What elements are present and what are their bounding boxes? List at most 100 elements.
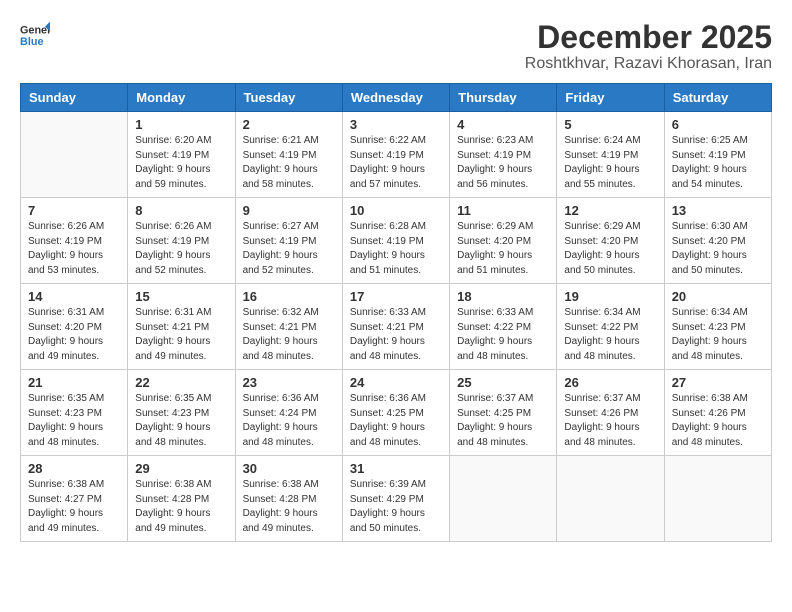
calendar-week-row: 7 Sunrise: 6:26 AMSunset: 4:19 PMDaylight… (21, 198, 772, 284)
day-info: Sunrise: 6:26 AMSunset: 4:19 PMDaylight:… (28, 220, 120, 278)
calendar-week-row: 21 Sunrise: 6:35 AMSunset: 4:23 PMDayligh… (21, 370, 772, 456)
calendar-cell: 29 Sunrise: 6:38 AMSunset: 4:28 PMDayligh… (128, 456, 235, 542)
calendar-cell: 15 Sunrise: 6:31 AMSunset: 4:21 PMDayligh… (128, 284, 235, 370)
day-info: Sunrise: 6:36 AMSunset: 4:25 PMDaylight:… (350, 392, 442, 450)
day-number: 1 (135, 117, 227, 132)
calendar-day-header: Saturday (664, 84, 771, 112)
day-number: 29 (135, 461, 227, 476)
svg-text:Blue: Blue (20, 36, 43, 48)
day-number: 10 (350, 203, 442, 218)
calendar-cell: 10 Sunrise: 6:28 AMSunset: 4:19 PMDayligh… (342, 198, 449, 284)
day-number: 9 (243, 203, 335, 218)
calendar-cell (664, 456, 771, 542)
day-number: 19 (564, 289, 656, 304)
calendar-cell: 13 Sunrise: 6:30 AMSunset: 4:20 PMDayligh… (664, 198, 771, 284)
day-number: 15 (135, 289, 227, 304)
day-info: Sunrise: 6:20 AMSunset: 4:19 PMDaylight:… (135, 134, 227, 192)
subtitle: Roshtkhvar, Razavi Khorasan, Iran (525, 55, 772, 73)
calendar-cell: 28 Sunrise: 6:38 AMSunset: 4:27 PMDayligh… (21, 456, 128, 542)
calendar-day-header: Sunday (21, 84, 128, 112)
day-number: 12 (564, 203, 656, 218)
calendar-day-header: Wednesday (342, 84, 449, 112)
day-number: 18 (457, 289, 549, 304)
day-info: Sunrise: 6:30 AMSunset: 4:20 PMDaylight:… (672, 220, 764, 278)
day-number: 30 (243, 461, 335, 476)
calendar-cell (450, 456, 557, 542)
calendar-cell: 2 Sunrise: 6:21 AMSunset: 4:19 PMDaylight… (235, 112, 342, 198)
calendar-table: SundayMondayTuesdayWednesdayThursdayFrid… (20, 83, 772, 542)
calendar-cell: 1 Sunrise: 6:20 AMSunset: 4:19 PMDaylight… (128, 112, 235, 198)
day-number: 3 (350, 117, 442, 132)
day-number: 21 (28, 375, 120, 390)
logo-icon: General Blue (20, 20, 50, 50)
day-info: Sunrise: 6:29 AMSunset: 4:20 PMDaylight:… (564, 220, 656, 278)
calendar-cell: 4 Sunrise: 6:23 AMSunset: 4:19 PMDaylight… (450, 112, 557, 198)
day-number: 2 (243, 117, 335, 132)
day-number: 31 (350, 461, 442, 476)
calendar-cell: 20Sunrise: 6:34 AMSunset: 4:23 PMDayligh… (664, 284, 771, 370)
day-info: Sunrise: 6:28 AMSunset: 4:19 PMDaylight:… (350, 220, 442, 278)
calendar-week-row: 1 Sunrise: 6:20 AMSunset: 4:19 PMDaylight… (21, 112, 772, 198)
day-number: 22 (135, 375, 227, 390)
calendar-cell (557, 456, 664, 542)
day-number: 16 (243, 289, 335, 304)
calendar-cell: 24 Sunrise: 6:36 AMSunset: 4:25 PMDayligh… (342, 370, 449, 456)
calendar-cell: 30 Sunrise: 6:38 AMSunset: 4:28 PMDayligh… (235, 456, 342, 542)
svg-text:General: General (20, 24, 50, 36)
calendar-cell: 27Sunrise: 6:38 AMSunset: 4:26 PMDayligh… (664, 370, 771, 456)
calendar-cell: 7 Sunrise: 6:26 AMSunset: 4:19 PMDaylight… (21, 198, 128, 284)
day-info: Sunrise: 6:25 AMSunset: 4:19 PMDaylight:… (672, 134, 764, 192)
calendar-cell: 9Sunrise: 6:27 AMSunset: 4:19 PMDaylight… (235, 198, 342, 284)
calendar-cell (21, 112, 128, 198)
day-info: Sunrise: 6:36 AMSunset: 4:24 PMDaylight:… (243, 392, 335, 450)
calendar-day-header: Tuesday (235, 84, 342, 112)
day-info: Sunrise: 6:38 AMSunset: 4:27 PMDaylight:… (28, 478, 120, 536)
calendar-week-row: 14 Sunrise: 6:31 AMSunset: 4:20 PMDayligh… (21, 284, 772, 370)
day-number: 8 (135, 203, 227, 218)
calendar-cell: 26Sunrise: 6:37 AMSunset: 4:26 PMDayligh… (557, 370, 664, 456)
calendar-day-header: Friday (557, 84, 664, 112)
calendar-cell: 25Sunrise: 6:37 AMSunset: 4:25 PMDayligh… (450, 370, 557, 456)
day-number: 11 (457, 203, 549, 218)
calendar-cell: 21 Sunrise: 6:35 AMSunset: 4:23 PMDayligh… (21, 370, 128, 456)
calendar-cell: 22Sunrise: 6:35 AMSunset: 4:23 PMDayligh… (128, 370, 235, 456)
calendar-cell: 18Sunrise: 6:33 AMSunset: 4:22 PMDayligh… (450, 284, 557, 370)
day-info: Sunrise: 6:24 AMSunset: 4:19 PMDaylight:… (564, 134, 656, 192)
day-number: 25 (457, 375, 549, 390)
day-number: 17 (350, 289, 442, 304)
calendar-cell: 6 Sunrise: 6:25 AMSunset: 4:19 PMDaylight… (664, 112, 771, 198)
day-info: Sunrise: 6:31 AMSunset: 4:21 PMDaylight:… (135, 306, 227, 364)
title-area: December 2025 Roshtkhvar, Razavi Khorasa… (525, 20, 772, 73)
day-number: 6 (672, 117, 764, 132)
day-info: Sunrise: 6:23 AMSunset: 4:19 PMDaylight:… (457, 134, 549, 192)
calendar-day-header: Monday (128, 84, 235, 112)
calendar-cell: 31 Sunrise: 6:39 AMSunset: 4:29 PMDayligh… (342, 456, 449, 542)
calendar-week-row: 28 Sunrise: 6:38 AMSunset: 4:27 PMDayligh… (21, 456, 772, 542)
day-info: Sunrise: 6:32 AMSunset: 4:21 PMDaylight:… (243, 306, 335, 364)
calendar-header-row: SundayMondayTuesdayWednesdayThursdayFrid… (21, 84, 772, 112)
day-number: 14 (28, 289, 120, 304)
day-info: Sunrise: 6:21 AMSunset: 4:19 PMDaylight:… (243, 134, 335, 192)
calendar-cell: 8Sunrise: 6:26 AMSunset: 4:19 PMDaylight… (128, 198, 235, 284)
day-number: 5 (564, 117, 656, 132)
day-number: 28 (28, 461, 120, 476)
calendar-cell: 11Sunrise: 6:29 AMSunset: 4:20 PMDayligh… (450, 198, 557, 284)
day-info: Sunrise: 6:33 AMSunset: 4:21 PMDaylight:… (350, 306, 442, 364)
day-info: Sunrise: 6:39 AMSunset: 4:29 PMDaylight:… (350, 478, 442, 536)
calendar-cell: 17 Sunrise: 6:33 AMSunset: 4:21 PMDayligh… (342, 284, 449, 370)
calendar-cell: 5 Sunrise: 6:24 AMSunset: 4:19 PMDaylight… (557, 112, 664, 198)
day-info: Sunrise: 6:38 AMSunset: 4:28 PMDaylight:… (243, 478, 335, 536)
calendar-cell: 12 Sunrise: 6:29 AMSunset: 4:20 PMDayligh… (557, 198, 664, 284)
day-number: 24 (350, 375, 442, 390)
day-info: Sunrise: 6:38 AMSunset: 4:28 PMDaylight:… (135, 478, 227, 536)
day-number: 23 (243, 375, 335, 390)
day-info: Sunrise: 6:35 AMSunset: 4:23 PMDaylight:… (28, 392, 120, 450)
day-number: 4 (457, 117, 549, 132)
day-number: 27 (672, 375, 764, 390)
day-number: 20 (672, 289, 764, 304)
day-info: Sunrise: 6:31 AMSunset: 4:20 PMDaylight:… (28, 306, 120, 364)
calendar-cell: 14 Sunrise: 6:31 AMSunset: 4:20 PMDayligh… (21, 284, 128, 370)
day-number: 7 (28, 203, 120, 218)
day-info: Sunrise: 6:34 AMSunset: 4:22 PMDaylight:… (564, 306, 656, 364)
day-number: 13 (672, 203, 764, 218)
